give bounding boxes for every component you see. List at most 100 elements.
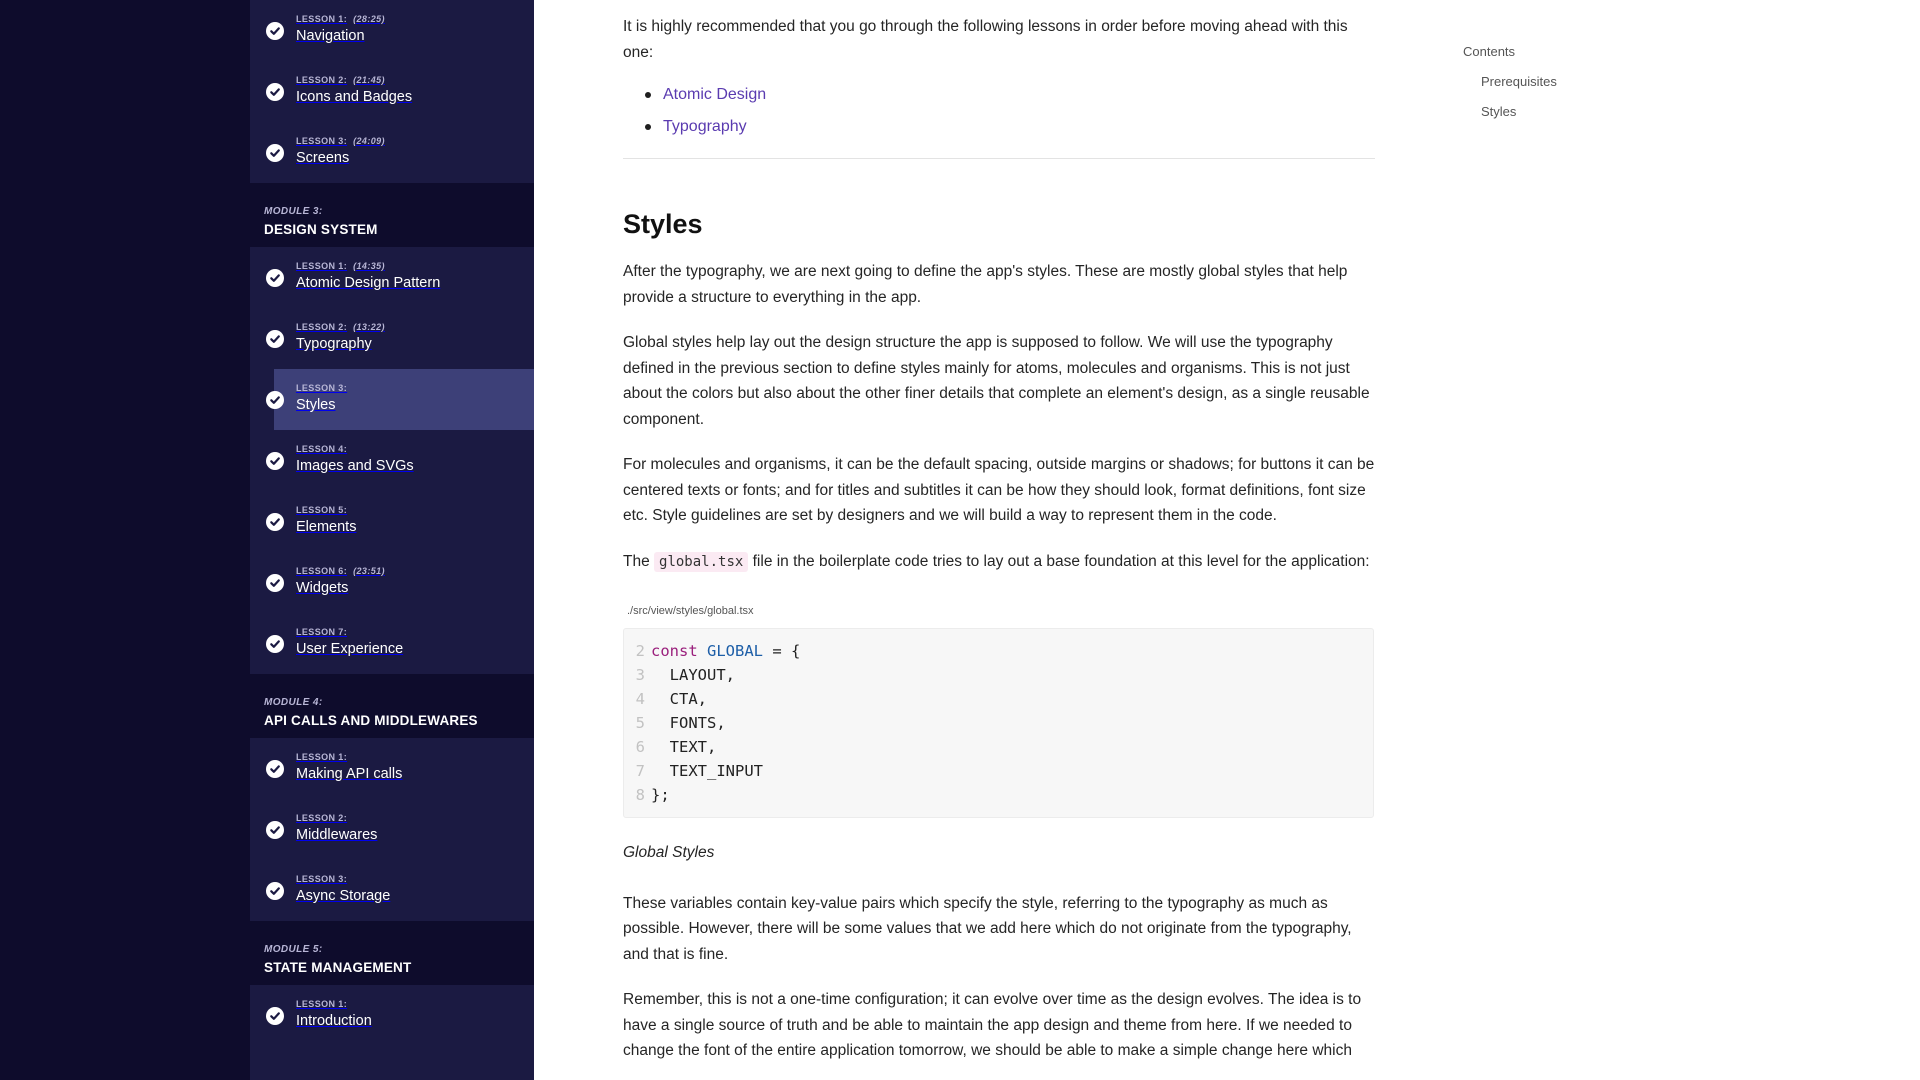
lesson-meta: LESSON 1: (28:25) (296, 13, 524, 25)
sidebar-lesson-images-and-svgs[interactable]: LESSON 4: Images and SVGs (250, 430, 534, 491)
lesson-title: Async Storage (296, 888, 391, 904)
lesson-title: Icons and Badges (296, 89, 413, 105)
check-circle-icon (266, 573, 284, 592)
code-line: 8}; (624, 783, 1373, 807)
code-block[interactable]: 2 const GLOBAL = {3 LAYOUT, 4 CTA, 5 FONTS,… (623, 628, 1374, 818)
sidebar-lesson-elements[interactable]: LESSON 5: Elements (250, 491, 534, 552)
left-gutter (0, 0, 250, 1080)
sidebar-lesson-navigation[interactable]: LESSON 1: (28:25) Navigation (250, 0, 534, 61)
sidebar-lesson-widgets[interactable]: LESSON 6: (23:51) Widgets (250, 552, 534, 613)
line-number: 6 (635, 738, 645, 756)
paragraph: The global.tsx file in the boilerplate c… (623, 549, 1375, 576)
lesson-number: LESSON 7: (296, 627, 348, 637)
code-line: 2 const GLOBAL = { (624, 639, 1373, 663)
lesson-duration: (21:45) (353, 75, 385, 85)
sidebar-lesson-styles[interactable]: LESSON 3: Styles (266, 369, 534, 430)
line-number: 2 (635, 642, 645, 660)
sidebar-lesson-user-experience[interactable]: LESSON 7: User Experience (250, 613, 534, 674)
lesson-meta: LESSON 1: (296, 998, 524, 1010)
section-divider (623, 158, 1375, 159)
prereq-link-atomic-design[interactable]: Atomic Design (663, 86, 766, 103)
sidebar-lesson-making-api-calls[interactable]: LESSON 1: Making API calls (250, 738, 534, 799)
module-label: MODULE 3: (264, 206, 323, 217)
module-header: MODULE 5: STATE MANAGEMENT (250, 921, 534, 985)
lesson-meta: LESSON 2: (13:22) (296, 321, 524, 333)
check-circle-icon (266, 143, 284, 162)
prereq-link-typography[interactable]: Typography (663, 118, 747, 135)
sidebar-lesson-icons-and-badges[interactable]: LESSON 2: (21:45) Icons and Badges (250, 61, 534, 122)
lesson-title: Widgets (296, 580, 349, 596)
check-circle-icon (266, 451, 284, 470)
lesson-duration: (23:51) (353, 566, 385, 576)
sidebar-lesson-introduction[interactable]: LESSON 1: Introduction (250, 985, 534, 1046)
lesson-meta: LESSON 2: (296, 812, 524, 824)
lesson-duration: (24:09) (353, 136, 385, 146)
lesson-content: It is highly recommended that you go thr… (623, 0, 1375, 1064)
paragraph: For molecules and organisms, it can be t… (623, 456, 1375, 524)
lesson-meta: LESSON 2: (21:45) (296, 74, 524, 86)
line-number: 4 (635, 690, 645, 708)
code-text: CTA, (651, 690, 707, 708)
sidebar-lesson-atomic-design-pattern[interactable]: LESSON 1: (14:35) Atomic Design Pattern (250, 247, 534, 308)
line-number: 3 (635, 666, 645, 684)
page: LESSON 1: (28:25) Navigation LESSON 2: (21:4… (0, 0, 1920, 1080)
table-of-contents: Contents Prerequisites Styles (1463, 43, 1723, 120)
list-item: Typography (623, 111, 1375, 143)
module-title: DESIGN SYSTEM (264, 222, 378, 237)
lesson-meta: LESSON 3: (24:09) (296, 135, 524, 147)
lesson-meta: LESSON 1: (14:35) (296, 260, 524, 272)
code-caption: Global Styles (623, 844, 715, 861)
code-text: TEXT_INPUT (651, 762, 763, 780)
lesson-title: Elements (296, 519, 357, 535)
module-label: MODULE 5: (264, 944, 323, 955)
course-sidebar: LESSON 1: (28:25) Navigation LESSON 2: (21:4… (250, 0, 534, 1080)
lesson-title: Atomic Design Pattern (296, 275, 441, 291)
code-line: 3 LAYOUT, (624, 663, 1373, 687)
sidebar-lesson-async-storage[interactable]: LESSON 3: Async Storage (250, 860, 534, 921)
lesson-duration: (28:25) (353, 14, 385, 24)
prerequisites-intro: It is highly recommended that you go thr… (623, 18, 1348, 61)
lesson-meta: LESSON 6: (23:51) (296, 565, 524, 577)
module-header: MODULE 4: API CALLS AND MIDDLEWARES (250, 674, 534, 738)
lesson-number: LESSON 4: (296, 444, 348, 454)
code-identifier: GLOBAL (707, 642, 764, 660)
code-text: TEXT, (651, 738, 717, 756)
prerequisites-list: Atomic Design Typography (623, 79, 1375, 143)
module-title: API CALLS AND MIDDLEWARES (264, 713, 478, 728)
code-text: LAYOUT, (651, 666, 735, 684)
lesson-number: LESSON 1: (296, 752, 348, 762)
lesson-number: LESSON 1: (296, 999, 348, 1009)
lesson-title: Middlewares (296, 827, 378, 843)
lesson-title: Typography (296, 336, 372, 352)
code-text: }; (651, 786, 670, 804)
lesson-number: LESSON 6: (296, 566, 348, 576)
check-circle-icon (266, 820, 284, 839)
toc-link-prerequisites[interactable]: Prerequisites (1481, 73, 1723, 90)
lesson-meta: LESSON 3: (296, 382, 524, 394)
sidebar-lesson-middlewares[interactable]: LESSON 2: Middlewares (250, 799, 534, 860)
code-line: 5 FONTS, (624, 711, 1373, 735)
lesson-title: User Experience (296, 641, 404, 657)
list-item: Atomic Design (623, 79, 1375, 111)
code-keyword: const (651, 642, 698, 660)
code-punctuation: = { (763, 642, 801, 660)
sidebar-lesson-typography[interactable]: LESSON 2: (13:22) Typography (250, 308, 534, 369)
code-text: const GLOBAL = { (651, 639, 800, 663)
text-span: The (623, 552, 655, 570)
check-circle-icon (266, 21, 284, 40)
lesson-meta: LESSON 5: (296, 504, 524, 516)
toc-link-styles[interactable]: Styles (1481, 103, 1723, 120)
module-title: STATE MANAGEMENT (264, 960, 412, 975)
check-circle-icon (266, 1006, 284, 1025)
lesson-number: LESSON 1: (296, 261, 348, 271)
code-line: 6 TEXT, (624, 735, 1373, 759)
lesson-title: Introduction (296, 1013, 372, 1029)
lesson-number: LESSON 2: (296, 75, 348, 85)
check-circle-icon (266, 759, 284, 778)
sidebar-lesson-screens[interactable]: LESSON 3: (24:09) Screens (250, 122, 534, 183)
text-span: file in the boilerplate code tries to la… (748, 552, 1370, 570)
lesson-number: LESSON 3: (296, 874, 348, 884)
code-line: 7 TEXT_INPUT (624, 759, 1373, 783)
paragraph: These variables contain key-value pairs … (623, 894, 1352, 963)
paragraph: Remember, this is not a one-time configu… (623, 991, 1362, 1059)
